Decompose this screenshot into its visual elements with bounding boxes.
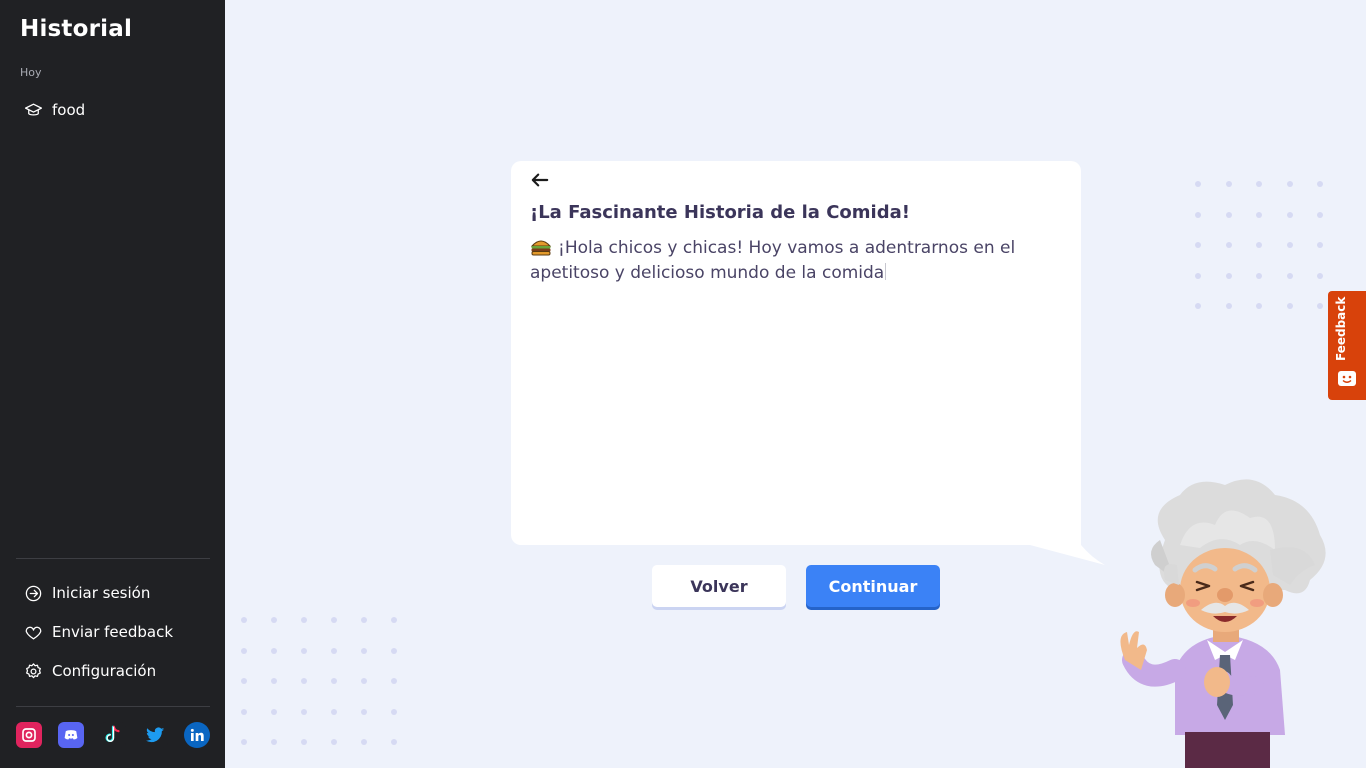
history-item-label: food — [52, 101, 86, 119]
decorative-dot — [1256, 303, 1262, 309]
heart-icon — [25, 626, 42, 639]
sidebar-title: Historial — [20, 16, 133, 42]
gear-icon — [26, 662, 41, 678]
decorative-dot — [241, 678, 247, 684]
story-bubble: ¡La Fascinante Historia de la Comida! ¡H… — [511, 161, 1081, 545]
decorative-dot — [1317, 303, 1323, 309]
einstein-character-illustration — [1120, 479, 1326, 768]
decorative-dot — [1256, 181, 1262, 187]
login-icon — [25, 585, 42, 601]
decorative-dot — [241, 739, 247, 745]
decorative-dot — [301, 678, 307, 684]
settings-button[interactable]: Configuración — [16, 656, 210, 686]
decorative-dot — [1225, 242, 1232, 248]
decorative-dot — [1256, 272, 1262, 279]
decorative-dot — [1256, 211, 1262, 218]
decorative-dot — [1317, 181, 1323, 187]
instagram-icon[interactable] — [16, 722, 42, 748]
social-links — [16, 722, 210, 748]
decorative-dot — [1286, 272, 1293, 279]
twitter-icon[interactable] — [142, 722, 168, 748]
decorative-dot — [1225, 211, 1232, 218]
decorative-dot — [1317, 242, 1323, 248]
decorative-dot — [1286, 242, 1293, 248]
decorative-dot — [271, 617, 277, 623]
sidebar-divider-bottom — [16, 706, 210, 707]
decorative-dot — [241, 708, 247, 715]
decorative-dots-right — [1195, 181, 1323, 309]
decorative-dot — [331, 739, 337, 745]
decorative-dot — [1195, 272, 1201, 279]
decorative-dot — [1317, 211, 1323, 218]
text-cursor — [885, 263, 887, 280]
back-arrow-icon[interactable] — [529, 169, 551, 191]
feedback-tab-label: Feedback — [1334, 296, 1348, 361]
decorative-dots-left — [241, 617, 397, 745]
history-section-label: Hoy — [20, 66, 42, 79]
login-button[interactable]: Iniciar sesión — [16, 578, 210, 608]
decorative-dot — [271, 708, 277, 715]
decorative-dot — [301, 617, 307, 623]
decorative-dot — [1286, 303, 1293, 309]
decorative-dot — [1286, 181, 1293, 187]
feedback-tab[interactable]: Feedback — [1328, 291, 1366, 400]
decorative-dot — [1256, 242, 1262, 248]
sidebar-divider-top — [16, 558, 210, 559]
discord-icon[interactable] — [58, 722, 84, 748]
decorative-dot — [361, 647, 367, 654]
continue-button[interactable]: Continuar — [806, 565, 940, 607]
decorative-dot — [271, 678, 277, 684]
decorative-dot — [391, 678, 397, 684]
decorative-dot — [1317, 272, 1323, 279]
decorative-dot — [361, 708, 367, 715]
decorative-dot — [1286, 211, 1293, 218]
decorative-dot — [1195, 242, 1201, 248]
decorative-dot — [1225, 272, 1232, 279]
tiktok-icon[interactable] — [100, 722, 126, 748]
decorative-dot — [361, 617, 367, 623]
decorative-dot — [301, 739, 307, 745]
story-title: ¡La Fascinante Historia de la Comida! — [530, 202, 910, 223]
send-feedback-button[interactable]: Enviar feedback — [16, 617, 210, 647]
decorative-dot — [1225, 303, 1232, 309]
history-item-food[interactable]: food — [16, 96, 209, 124]
decorative-dot — [391, 708, 397, 715]
decorative-dot — [391, 739, 397, 745]
hamburger-icon — [530, 240, 552, 256]
decorative-dot — [391, 617, 397, 623]
decorative-dot — [361, 739, 367, 745]
decorative-dot — [271, 647, 277, 654]
story-text-content: ¡Hola chicos y chicas! Hoy vamos a adent… — [530, 238, 1016, 283]
decorative-dot — [1195, 303, 1201, 309]
decorative-dot — [1195, 211, 1201, 218]
graduation-cap-icon — [24, 103, 43, 115]
decorative-dot — [1225, 181, 1232, 187]
decorative-dot — [331, 708, 337, 715]
decorative-dot — [331, 617, 337, 623]
send-feedback-label: Enviar feedback — [52, 623, 174, 641]
linkedin-icon[interactable] — [184, 722, 210, 748]
decorative-dot — [331, 678, 337, 684]
login-label: Iniciar sesión — [52, 584, 151, 602]
decorative-dot — [241, 647, 247, 654]
settings-label: Configuración — [52, 662, 157, 680]
decorative-dot — [301, 647, 307, 654]
decorative-dot — [271, 739, 277, 745]
feedback-face-icon — [1338, 371, 1356, 386]
sidebar: Historial Hoy food Iniciar sesión Enviar… — [0, 0, 225, 768]
back-button[interactable]: Volver — [652, 565, 786, 607]
decorative-dot — [331, 647, 337, 654]
decorative-dot — [241, 617, 247, 623]
decorative-dot — [391, 647, 397, 654]
decorative-dot — [361, 678, 367, 684]
story-text: ¡Hola chicos y chicas! Hoy vamos a adent… — [530, 236, 1050, 286]
decorative-dot — [1195, 181, 1201, 187]
decorative-dot — [301, 708, 307, 715]
